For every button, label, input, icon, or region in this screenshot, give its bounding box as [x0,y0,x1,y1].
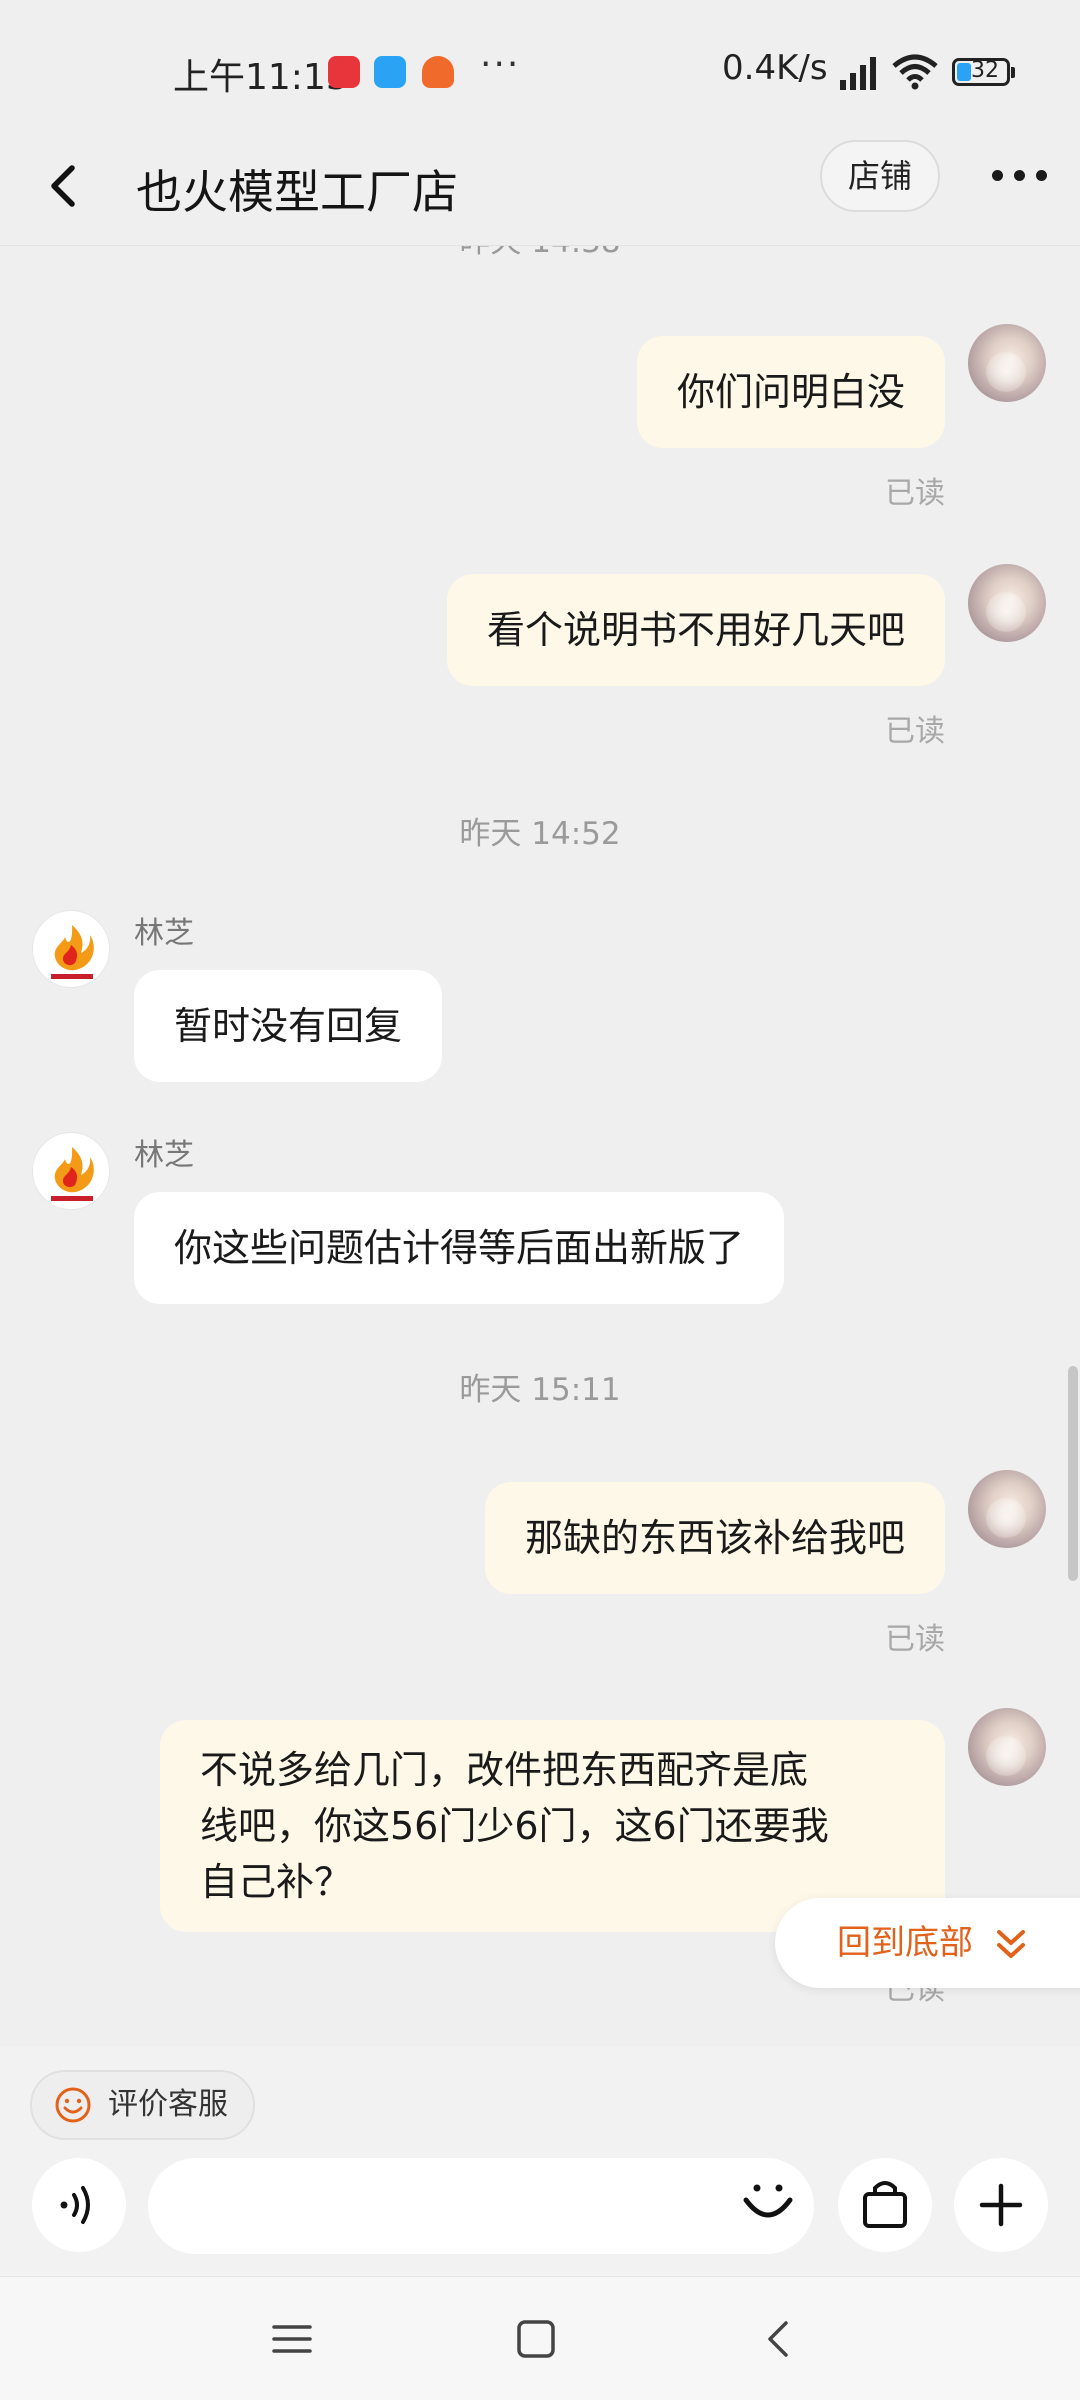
sender-name: 林芝 [134,1138,194,1173]
user-avatar[interactable] [968,564,1046,642]
add-button[interactable] [954,2158,1048,2252]
back-to-bottom-button[interactable]: 回到底部 [775,1898,1080,1988]
message-bubble-outgoing[interactable]: 那缺的东西该补给我吧 [484,1482,945,1594]
back-arrow-icon[interactable] [40,154,88,218]
rate-service-button[interactable]: 评价客服 [30,2070,255,2140]
shopping-bag-button[interactable] [838,2158,932,2252]
timestamp-partial: 昨天 14:38 [0,246,1080,261]
signal-icon [840,57,876,90]
message-bubble-incoming[interactable]: 暂时没有回复 [134,970,443,1082]
message-line: 不说多给几门，改件把东西配齐是底 [200,1748,809,1792]
emoji-icon[interactable] [738,2174,798,2234]
user-avatar[interactable] [968,1470,1046,1548]
system-nav-bar [0,2276,1080,2400]
back-nav-icon[interactable] [758,2317,802,2361]
voice-button[interactable] [32,2158,126,2252]
chat-area[interactable]: 昨天 14:38 你们问明白没 已读 看个说明书不用好几天吧 已读 昨天 14:… [0,246,1080,2046]
home-icon[interactable] [514,2317,558,2361]
chat-header: 也火模型工厂店 店铺 [0,130,1080,246]
scrollbar[interactable] [1068,1366,1078,1581]
app-icon [374,56,406,88]
timestamp: 昨天 14:52 [459,816,621,852]
read-status: 已读 [885,1622,945,1657]
game-icon [422,56,454,88]
read-status: 已读 [885,476,945,511]
message-line: 线吧，你这56门少6门，这6门还要我 [200,1804,829,1848]
voice-icon [60,2186,90,2224]
shop-avatar[interactable] [32,1132,110,1210]
message-bubble-outgoing[interactable]: 你们问明白没 [636,336,945,448]
user-avatar[interactable] [968,1708,1046,1786]
status-time: 上午11:13 [173,57,349,98]
shop-title: 也火模型工厂店 [136,165,458,219]
very-fire-logo-icon [51,1147,94,1201]
very-fire-logo-icon [51,925,94,979]
double-chevron-down-icon [997,1930,1025,1958]
wifi-icon [892,54,938,90]
smile-icon [55,2087,91,2123]
status-bar: 上午11:13 ··· 0.4K/s 32 [0,0,1080,145]
back-to-bottom-label: 回到底部 [837,1923,973,1963]
more-options-icon[interactable] [990,164,1050,184]
timestamp: 昨天 15:11 [459,1372,621,1408]
sender-name: 林芝 [134,916,194,951]
plus-icon [979,2183,1023,2227]
battery-level: 32 [971,58,999,83]
input-area: 评价客服 [0,2046,1080,2276]
store-button[interactable]: 店铺 [820,140,940,212]
shopping-bag-icon [863,2181,907,2228]
menu-icon[interactable] [270,2317,314,2361]
message-bubble-outgoing[interactable]: 看个说明书不用好几天吧 [446,574,945,686]
more-notifications-icon: ··· [480,44,521,85]
network-speed: 0.4K/s [722,48,828,88]
battery-icon: 32 [952,58,1015,86]
message-bubble-incoming[interactable]: 你这些问题估计得等后面出新版了 [134,1192,785,1304]
rate-service-label: 评价客服 [108,2087,228,2122]
user-avatar[interactable] [968,324,1046,402]
netease-music-icon [328,56,360,88]
shop-avatar[interactable] [32,910,110,988]
message-input[interactable] [148,2158,814,2254]
read-status: 已读 [885,714,945,749]
